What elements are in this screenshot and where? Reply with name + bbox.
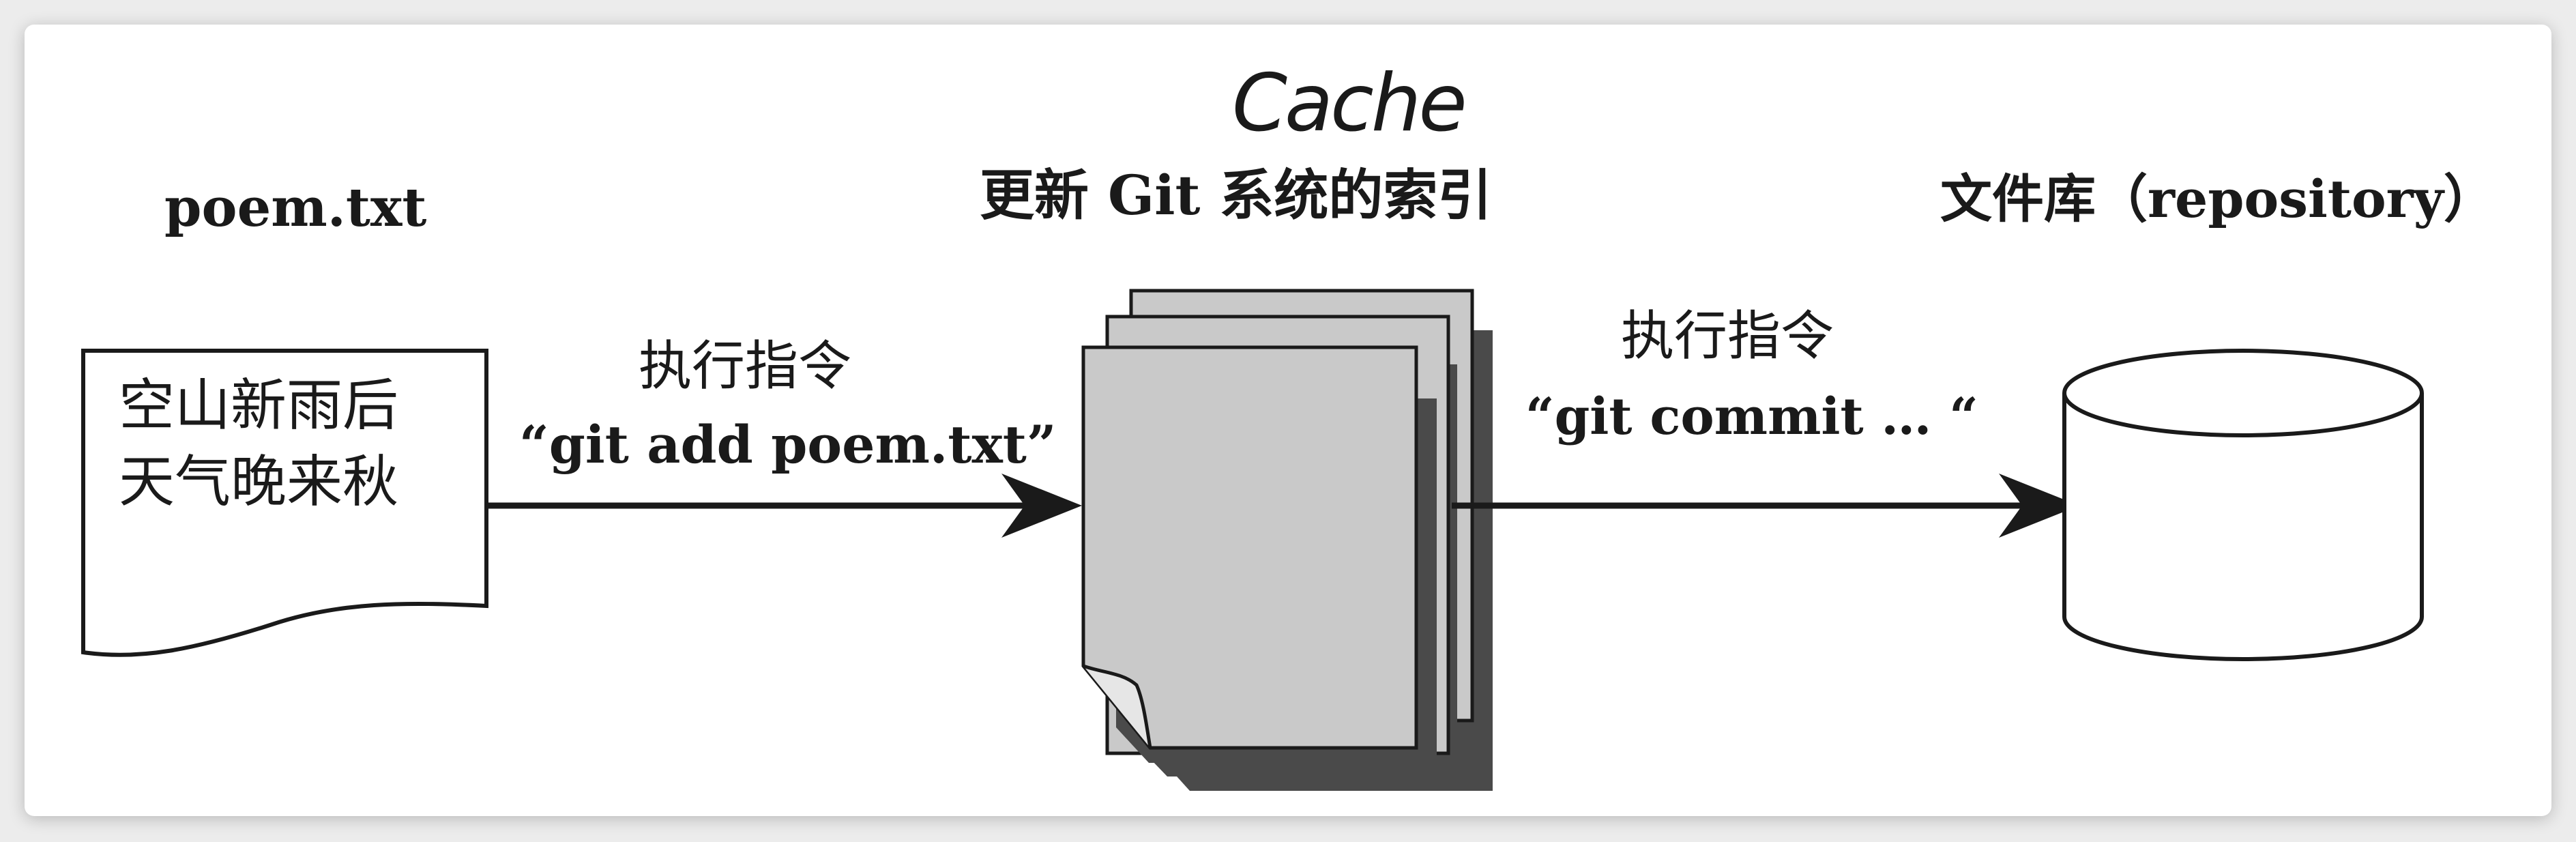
commit-step-label: 执行指令 bbox=[1621, 306, 1834, 367]
index-label: 更新 Git 系统的索引 bbox=[980, 163, 1493, 227]
repository-cylinder-icon bbox=[2062, 349, 2424, 661]
file-content-line-1: 空山新雨后 bbox=[119, 373, 399, 438]
commit-step-command: “git commit … “ bbox=[1525, 388, 1978, 446]
cache-handwritten-note: Cache bbox=[1232, 57, 1467, 149]
add-step-label: 执行指令 bbox=[639, 336, 852, 397]
file-name-label: poem.txt bbox=[164, 177, 427, 239]
index-pages-stack bbox=[1081, 289, 1493, 791]
add-step-command: “git add poem.txt” bbox=[519, 414, 1057, 475]
file-content-line-2: 天气晚来秋 bbox=[119, 450, 399, 514]
repository-label: 文件库（repository） bbox=[1940, 169, 2496, 229]
diagram-card: poem.txt 空山新雨后 天气晚来秋 执行指令 “git add poem.… bbox=[25, 25, 2551, 816]
